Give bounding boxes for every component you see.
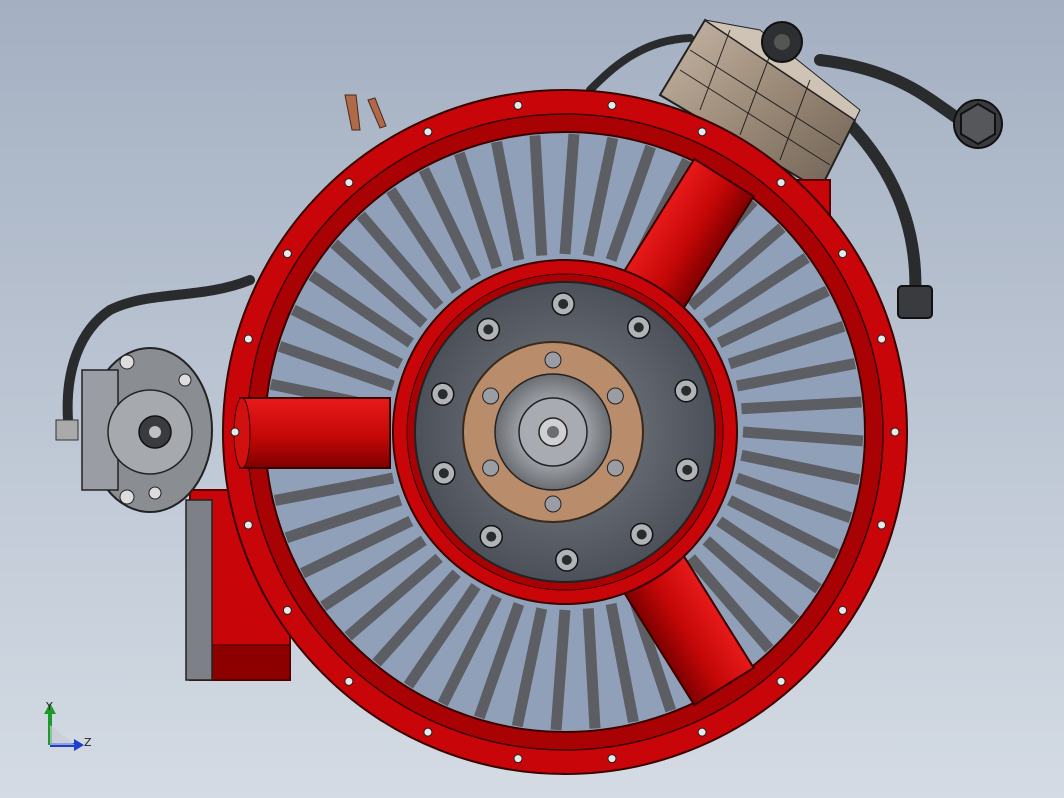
rim-bolt-hole [838, 249, 848, 259]
hub-inner-bolt [606, 459, 624, 477]
rim-bolt-hole [243, 334, 253, 344]
rim-bolt-hole [697, 727, 707, 737]
rim-bolt-hole [513, 100, 523, 110]
hub-inner-bolt [544, 495, 562, 513]
sensor-bracket [344, 94, 387, 131]
hub-bolt-center [633, 322, 644, 333]
triad-z-label: Z [84, 736, 92, 749]
hub-bolt-center [561, 554, 572, 565]
rim-bolt-hole [877, 520, 887, 530]
axis-triad: Y Z [44, 700, 92, 751]
hub-bolt-center [437, 389, 448, 400]
rim-bolt-hole [776, 178, 786, 188]
hub-inner-bolt [482, 459, 500, 477]
cad-viewport[interactable]: Y Z [0, 0, 1064, 798]
hub-inner-bolt [606, 387, 624, 405]
hub-inner-bolt [482, 387, 500, 405]
hub-bolt-center [681, 385, 692, 396]
cable-gland-right [897, 99, 1003, 319]
rim-bolt-hole [282, 249, 292, 259]
rim-bolt-hole [423, 127, 433, 137]
rim-bolt-hole [423, 727, 433, 737]
fan-blade [529, 135, 548, 256]
strut-left [233, 397, 391, 469]
rim-bolt-hole [513, 754, 523, 764]
rim-bolt-hole [243, 520, 253, 530]
rim-bolt-hole [877, 334, 887, 344]
rim-bolt-hole [344, 676, 354, 686]
center-hub [462, 341, 644, 523]
hub-bolt-center [483, 324, 494, 335]
rim-bolt-hole [607, 100, 617, 110]
triad-y-label: Y [45, 700, 53, 713]
hub-bolt-center [636, 529, 647, 540]
hub-bolt-center [438, 468, 449, 479]
hub-bolt-center [682, 464, 693, 475]
rim-bolt-hole [344, 178, 354, 188]
rim-bolt-hole [230, 427, 240, 437]
hub-bolt-center [558, 299, 569, 310]
rim-bolt-hole [890, 427, 900, 437]
fan-blade [582, 608, 601, 729]
rim-bolt-hole [697, 127, 707, 137]
rim-bolt-hole [607, 754, 617, 764]
rim-bolt-hole [838, 605, 848, 615]
hub-bolt-center [486, 531, 497, 542]
fan-blade [741, 396, 862, 415]
hub-inner-bolt [544, 351, 562, 369]
rim-bolt-hole [282, 605, 292, 615]
rim-bolt-hole [776, 676, 786, 686]
